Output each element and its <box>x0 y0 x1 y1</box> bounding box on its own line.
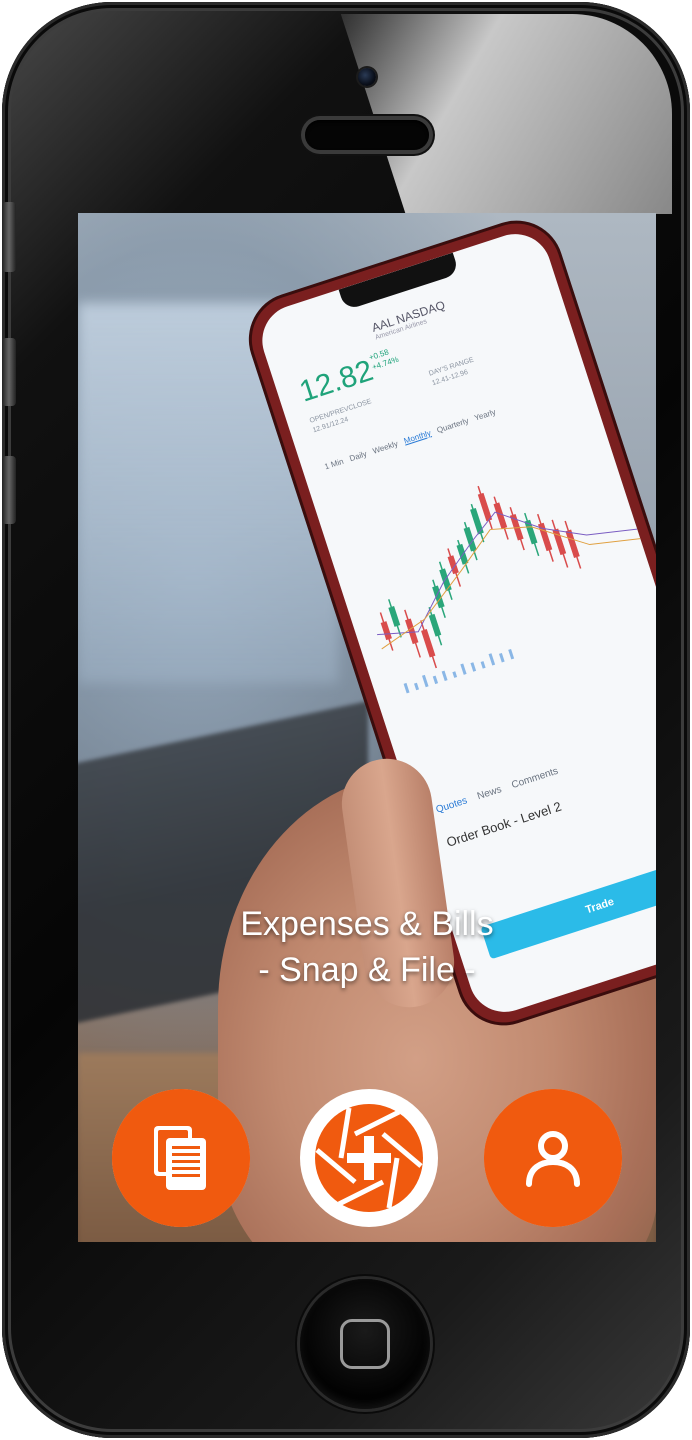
section-tab: Comments <box>510 765 560 792</box>
user-profile-icon <box>526 1131 580 1187</box>
period-tab: Weekly <box>371 439 400 456</box>
phone-frame: AAL NASDAQ American Airlines 12.82 +0.58… <box>2 2 690 1438</box>
period-tab-active: Monthly <box>402 428 433 446</box>
stock-day-range: DAY'S RANGE 12.41-12.96 <box>428 356 479 389</box>
earpiece-speaker <box>305 120 429 150</box>
camera-shutter-plus-icon <box>315 1104 423 1212</box>
front-camera <box>358 68 376 86</box>
tagline-subtitle: - Snap & File - <box>258 951 476 989</box>
mute-switch <box>2 202 16 272</box>
period-tab: Yearly <box>473 407 497 423</box>
period-tab: Daily <box>348 449 369 464</box>
volume-down-button <box>2 456 16 524</box>
documents-icon <box>154 1126 206 1190</box>
volume-up-button <box>2 338 16 406</box>
documents-button-disk <box>112 1089 250 1227</box>
snap-button[interactable] <box>300 1089 438 1227</box>
glass-reflection <box>340 14 672 214</box>
home-button[interactable] <box>300 1279 430 1409</box>
profile-button-disk <box>484 1089 622 1227</box>
app-tagline: Expenses & Bills - Snap & File - <box>78 901 656 993</box>
profile-button[interactable] <box>484 1089 622 1227</box>
tagline-title: Expenses & Bills <box>240 905 494 943</box>
home-button-icon <box>340 1319 390 1369</box>
stock-change: +0.58 +4.74% <box>368 345 400 372</box>
documents-button[interactable] <box>112 1089 250 1227</box>
section-tab: News <box>475 784 504 803</box>
period-tab: 1 Min <box>323 456 345 472</box>
app-screen: AAL NASDAQ American Airlines 12.82 +0.58… <box>78 213 656 1242</box>
section-tab-active: Quotes <box>434 795 469 816</box>
period-tab: Quarterly <box>435 416 470 435</box>
